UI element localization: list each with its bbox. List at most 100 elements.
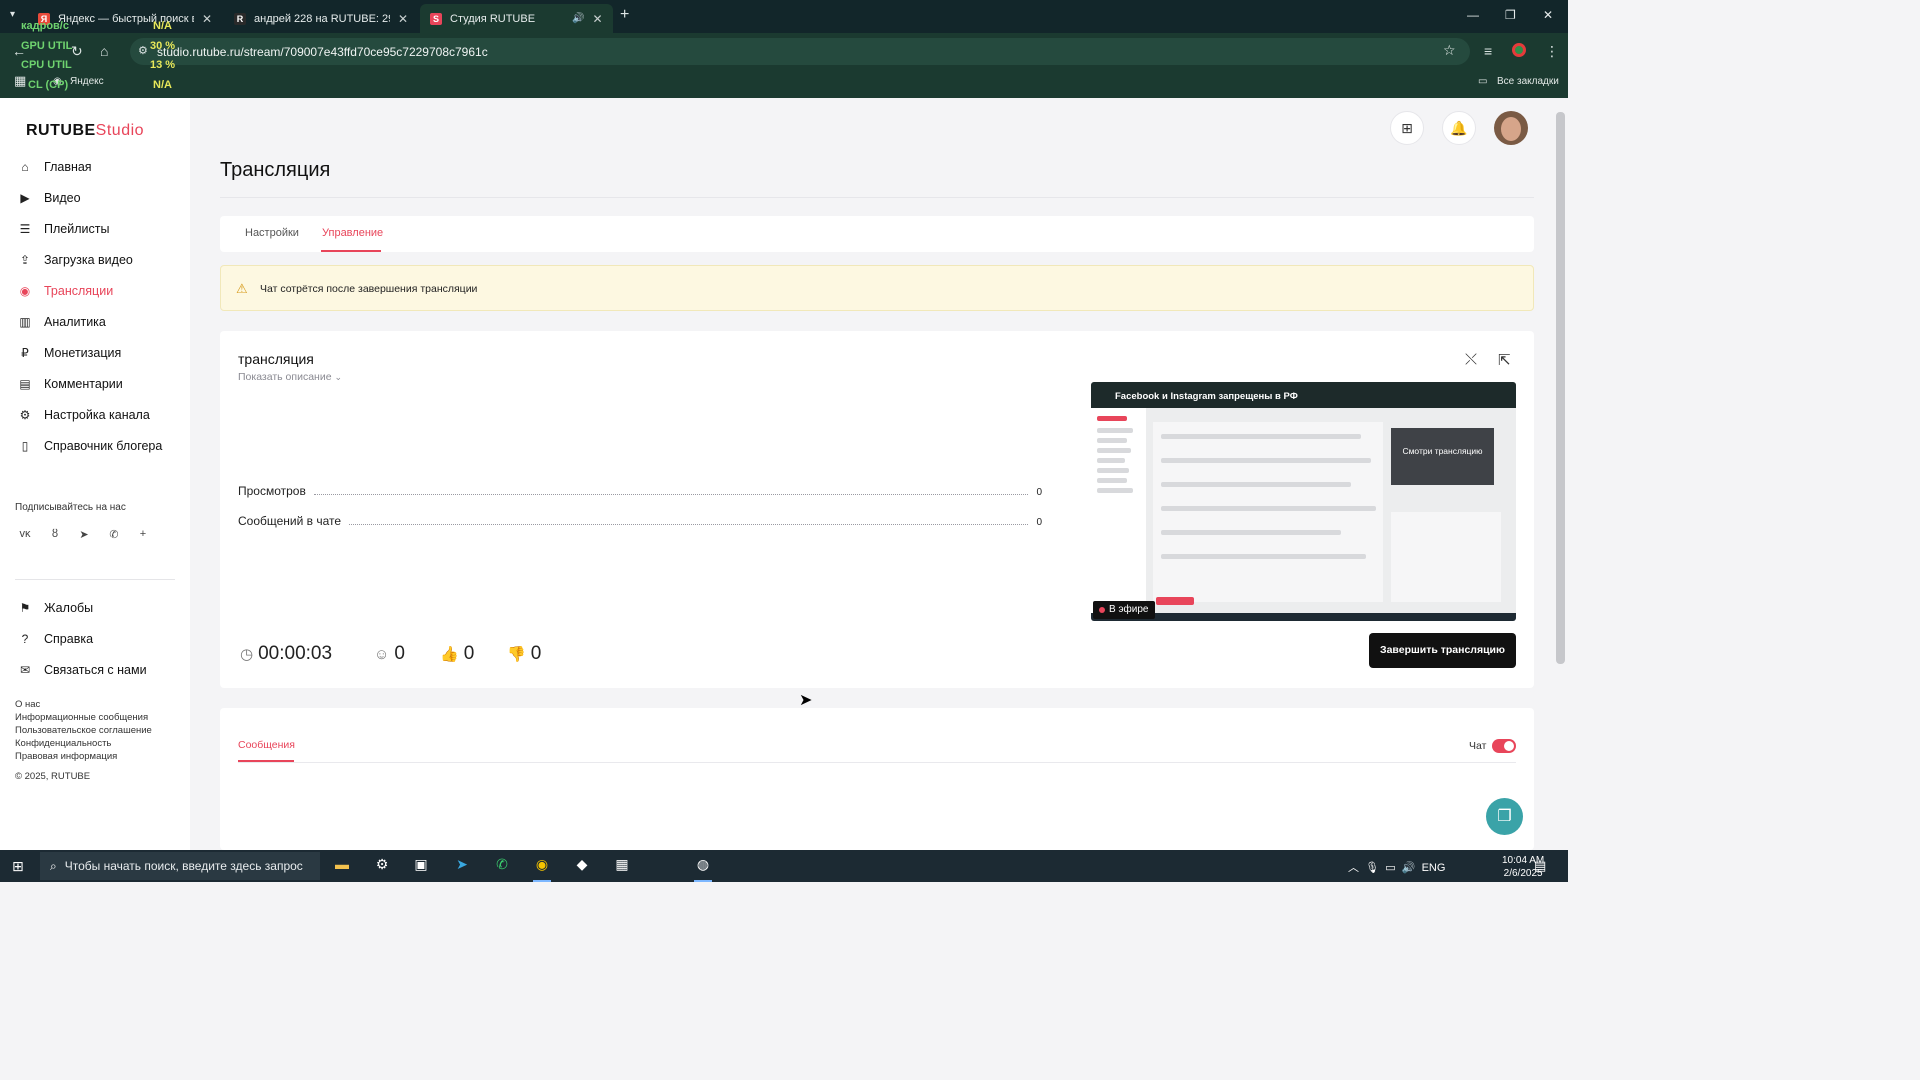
browser-tab-rutube[interactable]: R андрей 228 на RUTUBE: 29 вид ✕: [224, 4, 418, 33]
apps-icon[interactable]: ▦: [14, 73, 26, 89]
home-icon: ⌂: [21, 160, 29, 174]
calculator-icon[interactable]: ▦: [611, 856, 633, 876]
preview-line: [1097, 478, 1127, 483]
add-video-button[interactable]: ⊞: [1390, 111, 1424, 145]
preview-promo-text: Смотри трансляцию: [1402, 446, 1483, 456]
sidebar-item-complaints[interactable]: ⚑ Жалобы: [18, 597, 94, 619]
sidebar-item-label: Аналитика: [44, 315, 106, 329]
chevron-down-icon: ⌄: [334, 372, 343, 382]
media-control-icon[interactable]: ≡: [1484, 43, 1492, 59]
chat-bubbles-icon: ❐: [1497, 808, 1512, 825]
footer-link-legal[interactable]: Правовая информация: [15, 751, 117, 762]
obs-icon[interactable]: ◍: [692, 856, 714, 882]
site-info-icon[interactable]: ⚙: [138, 44, 148, 57]
support-chat-button[interactable]: ❐: [1486, 798, 1523, 835]
url-input[interactable]: ⚙ studio.rutube.ru/stream/709007e43ffd70…: [130, 38, 1470, 65]
stat-label: Просмотров: [238, 484, 306, 498]
minimize-icon[interactable]: —: [1467, 8, 1479, 22]
stream-preview[interactable]: Facebook и Instagram запрещены в РФ Смот…: [1091, 382, 1516, 621]
footer-link-info[interactable]: Информационные сообщения: [15, 712, 148, 723]
sidebar-item-home[interactable]: ⌂ Главная: [18, 156, 91, 178]
sidebar-item-playlists[interactable]: ☰ Плейлисты: [18, 218, 110, 240]
whatsapp-icon[interactable]: ✆: [491, 856, 513, 876]
preview-line: [1097, 458, 1125, 463]
close-tab-icon[interactable]: ✕: [202, 12, 212, 26]
preview-line: [1161, 530, 1341, 535]
flag-icon: ⚑: [19, 601, 31, 615]
store-icon[interactable]: ▣: [410, 856, 432, 876]
sidebar-item-upload[interactable]: ⇪ Загрузка видео: [18, 249, 133, 271]
telegram-icon[interactable]: ➤: [77, 528, 91, 542]
microphone-icon[interactable]: 🎙: [1365, 862, 1379, 874]
tray-chevron-icon[interactable]: ︿: [1348, 862, 1359, 874]
sidebar-item-analytics[interactable]: ▥ Аналитика: [18, 311, 106, 333]
sidebar-item-help[interactable]: ? Справка: [18, 628, 93, 650]
overlay-label: GPU UTIL: [21, 40, 73, 52]
profile-icon[interactable]: [1512, 43, 1526, 57]
stream-card: трансляция Показать описание ⌄ ⤬ ⇱ Просм…: [220, 331, 1534, 688]
video-icon: ▶: [20, 191, 30, 205]
rutube-studio-logo[interactable]: RUTUBEStudio: [26, 122, 144, 140]
footer-link-privacy[interactable]: Конфиденциальность: [15, 738, 111, 749]
close-tab-icon[interactable]: ✕: [592, 12, 602, 26]
reload-icon[interactable]: ↻: [71, 43, 83, 60]
home-icon[interactable]: ⌂: [100, 43, 108, 59]
sidebar-item-channel-settings[interactable]: ⚙ Настройка канала: [18, 404, 150, 426]
open-external-icon[interactable]: ⇱: [1498, 351, 1511, 369]
taskbar-search[interactable]: ⌕ Чтобы начать поиск, введите здесь запр…: [40, 852, 320, 880]
settings-icon[interactable]: ⚙: [371, 856, 393, 876]
notifications-button[interactable]: 🔔: [1442, 111, 1476, 145]
preview-line: [1161, 482, 1351, 487]
bookmark-yandex[interactable]: Яндекс: [70, 76, 104, 87]
footer-link-agreement[interactable]: Пользовательское соглашение: [15, 725, 152, 736]
live-badge: В эфире: [1093, 601, 1155, 619]
network-icon[interactable]: ▭: [1385, 862, 1395, 874]
sidebar-item-video[interactable]: ▶ Видео: [18, 187, 80, 209]
sidebar-item-contact[interactable]: ✉ Связаться с нами: [18, 659, 147, 681]
viber-icon[interactable]: ✆: [107, 528, 121, 542]
tab-search-icon[interactable]: ▾: [10, 9, 15, 20]
sidebar-item-monetization[interactable]: ₽ Монетизация: [18, 342, 121, 364]
vk-icon[interactable]: ᴠᴋ: [18, 528, 32, 542]
live-label: В эфире: [1109, 604, 1149, 615]
windows-start-icon[interactable]: ⊞: [12, 858, 24, 875]
telegram-app-icon[interactable]: ➤: [451, 856, 473, 876]
menu-icon[interactable]: ⋮: [1545, 43, 1559, 60]
overlay-value: 30 %: [150, 40, 176, 52]
book-icon: ▯: [21, 439, 29, 453]
footer-link-about[interactable]: О нас: [15, 699, 40, 710]
browser-tab-studio[interactable]: S Студия RUTUBE 🔊 ✕: [420, 4, 613, 33]
tab-messages[interactable]: Сообщения: [238, 739, 295, 751]
chat-toggle[interactable]: [1492, 739, 1516, 753]
end-stream-button[interactable]: Завершить трансляцию: [1369, 633, 1516, 668]
show-description-toggle[interactable]: Показать описание ⌄: [238, 371, 342, 383]
all-bookmarks[interactable]: Все закладки: [1497, 76, 1559, 87]
notifications-icon[interactable]: ▤: [1534, 858, 1546, 874]
sidebar-item-broadcasts[interactable]: ◉ Трансляции: [18, 280, 113, 302]
close-tab-icon[interactable]: ✕: [398, 12, 408, 26]
plus-icon[interactable]: +: [136, 528, 150, 542]
tab-management[interactable]: Управление: [322, 227, 383, 239]
preview-line: [1097, 438, 1127, 443]
page-scrollbar[interactable]: [1556, 112, 1565, 664]
ruble-icon: ₽: [21, 346, 29, 360]
roblox-icon[interactable]: ◆: [571, 856, 593, 876]
language-indicator[interactable]: ENG: [1422, 862, 1446, 874]
new-tab-icon[interactable]: +: [620, 6, 629, 24]
restore-icon[interactable]: ❐: [1505, 8, 1516, 22]
ok-icon[interactable]: ȣ: [48, 528, 62, 542]
clock-icon: ◷: [240, 646, 254, 663]
sidebar-item-comments[interactable]: ▤ Комментарии: [18, 373, 122, 395]
volume-icon[interactable]: 🔊: [1402, 862, 1416, 874]
tab-settings[interactable]: Настройки: [245, 227, 299, 239]
audio-icon[interactable]: 🔊: [572, 13, 584, 24]
share-icon[interactable]: ⤬: [1465, 351, 1477, 368]
file-explorer-icon[interactable]: ▬: [331, 856, 353, 876]
chrome-icon[interactable]: ◉: [531, 856, 553, 882]
close-window-icon[interactable]: ✕: [1543, 8, 1553, 22]
page-tabs: Настройки Управление: [220, 216, 1534, 252]
sidebar-item-blogger-guide[interactable]: ▯ Справочник блогера: [18, 435, 163, 457]
bookmark-star-icon[interactable]: ☆: [1443, 42, 1456, 59]
subscribe-label: Подписывайтесь на нас: [15, 502, 126, 513]
avatar[interactable]: [1494, 111, 1528, 145]
